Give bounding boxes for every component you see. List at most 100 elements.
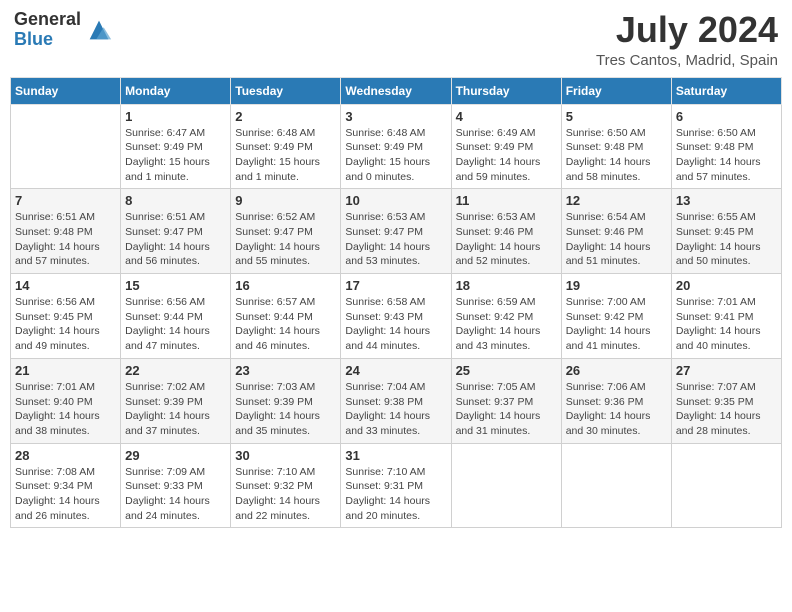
cell-text: Daylight: 14 hours <box>15 324 116 339</box>
calendar-cell: 16Sunrise: 6:57 AMSunset: 9:44 PMDayligh… <box>231 274 341 359</box>
cell-text: Sunrise: 6:59 AM <box>456 295 557 310</box>
cell-text: and 57 minutes. <box>15 254 116 269</box>
day-number: 29 <box>125 448 226 463</box>
cell-text: and 33 minutes. <box>345 424 446 439</box>
location-title: Tres Cantos, Madrid, Spain <box>596 52 778 69</box>
header-tuesday: Tuesday <box>231 77 341 104</box>
day-number: 20 <box>676 278 777 293</box>
cell-text: Sunset: 9:42 PM <box>566 310 667 325</box>
calendar-cell: 27Sunrise: 7:07 AMSunset: 9:35 PMDayligh… <box>671 358 781 443</box>
cell-text: Daylight: 14 hours <box>676 240 777 255</box>
cell-text: Sunrise: 7:05 AM <box>456 380 557 395</box>
calendar-week-3: 14Sunrise: 6:56 AMSunset: 9:45 PMDayligh… <box>11 274 782 359</box>
cell-text: Sunrise: 6:52 AM <box>235 210 336 225</box>
cell-text: Sunrise: 6:54 AM <box>566 210 667 225</box>
cell-text: Sunset: 9:32 PM <box>235 479 336 494</box>
cell-text: Sunset: 9:34 PM <box>15 479 116 494</box>
header-wednesday: Wednesday <box>341 77 451 104</box>
calendar-cell: 26Sunrise: 7:06 AMSunset: 9:36 PMDayligh… <box>561 358 671 443</box>
calendar-cell: 31Sunrise: 7:10 AMSunset: 9:31 PMDayligh… <box>341 443 451 528</box>
cell-text: and 50 minutes. <box>676 254 777 269</box>
cell-text: and 56 minutes. <box>125 254 226 269</box>
logo-text: General Blue <box>14 10 81 50</box>
cell-text: Daylight: 14 hours <box>15 409 116 424</box>
page-header: General Blue July 2024 Tres Cantos, Madr… <box>10 10 782 69</box>
cell-text: Sunrise: 6:56 AM <box>15 295 116 310</box>
cell-text: Sunrise: 6:47 AM <box>125 126 226 141</box>
cell-text: Sunrise: 6:48 AM <box>345 126 446 141</box>
cell-text: Daylight: 14 hours <box>566 409 667 424</box>
cell-text: Sunset: 9:47 PM <box>125 225 226 240</box>
cell-text: and 52 minutes. <box>456 254 557 269</box>
cell-text: and 30 minutes. <box>566 424 667 439</box>
day-number: 4 <box>456 109 557 124</box>
logo-icon <box>85 16 113 44</box>
cell-text: Sunset: 9:47 PM <box>345 225 446 240</box>
cell-text: Daylight: 14 hours <box>566 240 667 255</box>
cell-text: Sunrise: 7:01 AM <box>676 295 777 310</box>
cell-text: Sunset: 9:45 PM <box>676 225 777 240</box>
logo-blue: Blue <box>14 30 81 50</box>
cell-text: Sunset: 9:35 PM <box>676 395 777 410</box>
cell-text: and 20 minutes. <box>345 509 446 524</box>
cell-text: Sunset: 9:44 PM <box>235 310 336 325</box>
cell-text: Sunrise: 6:57 AM <box>235 295 336 310</box>
day-number: 12 <box>566 193 667 208</box>
day-number: 7 <box>15 193 116 208</box>
cell-text: and 47 minutes. <box>125 339 226 354</box>
calendar-cell <box>561 443 671 528</box>
cell-text: and 22 minutes. <box>235 509 336 524</box>
logo: General Blue <box>14 10 113 50</box>
cell-text: Sunset: 9:49 PM <box>345 140 446 155</box>
calendar-cell <box>671 443 781 528</box>
calendar-cell: 2Sunrise: 6:48 AMSunset: 9:49 PMDaylight… <box>231 104 341 189</box>
calendar-cell: 24Sunrise: 7:04 AMSunset: 9:38 PMDayligh… <box>341 358 451 443</box>
cell-text: Daylight: 14 hours <box>125 494 226 509</box>
cell-text: and 1 minute. <box>125 170 226 185</box>
cell-text: Sunrise: 7:03 AM <box>235 380 336 395</box>
cell-text: and 59 minutes. <box>456 170 557 185</box>
calendar-header-row: SundayMondayTuesdayWednesdayThursdayFrid… <box>11 77 782 104</box>
calendar-cell: 4Sunrise: 6:49 AMSunset: 9:49 PMDaylight… <box>451 104 561 189</box>
calendar-cell: 25 Sunrise: 7:05 AMSunset: 9:37 PMDayligh… <box>451 358 561 443</box>
cell-text: Daylight: 14 hours <box>15 240 116 255</box>
cell-text: Daylight: 14 hours <box>125 409 226 424</box>
cell-text: Sunrise: 7:09 AM <box>125 465 226 480</box>
month-title: July 2024 <box>596 10 778 50</box>
cell-text: Sunset: 9:48 PM <box>566 140 667 155</box>
cell-text: Daylight: 14 hours <box>566 324 667 339</box>
day-number: 19 <box>566 278 667 293</box>
day-number: 25 <box>456 363 557 378</box>
calendar-cell: 19Sunrise: 7:00 AMSunset: 9:42 PMDayligh… <box>561 274 671 359</box>
cell-text: Sunset: 9:43 PM <box>345 310 446 325</box>
cell-text: Sunrise: 7:02 AM <box>125 380 226 395</box>
cell-text: Daylight: 15 hours <box>345 155 446 170</box>
cell-text: Sunrise: 6:48 AM <box>235 126 336 141</box>
calendar-cell: 15Sunrise: 6:56 AMSunset: 9:44 PMDayligh… <box>121 274 231 359</box>
cell-text: and 51 minutes. <box>566 254 667 269</box>
calendar-cell: 8Sunrise: 6:51 AMSunset: 9:47 PMDaylight… <box>121 189 231 274</box>
cell-text: and 1 minute. <box>235 170 336 185</box>
cell-text: Daylight: 14 hours <box>676 409 777 424</box>
cell-text: Sunset: 9:49 PM <box>125 140 226 155</box>
cell-text: Sunset: 9:38 PM <box>345 395 446 410</box>
cell-text: Sunset: 9:37 PM <box>456 395 557 410</box>
day-number: 16 <box>235 278 336 293</box>
header-sunday: Sunday <box>11 77 121 104</box>
cell-text: and 43 minutes. <box>456 339 557 354</box>
calendar-week-2: 7Sunrise: 6:51 AMSunset: 9:48 PMDaylight… <box>11 189 782 274</box>
day-number: 9 <box>235 193 336 208</box>
cell-text: Sunset: 9:49 PM <box>235 140 336 155</box>
calendar-cell: 3Sunrise: 6:48 AMSunset: 9:49 PMDaylight… <box>341 104 451 189</box>
day-number: 11 <box>456 193 557 208</box>
cell-text: Daylight: 15 hours <box>235 155 336 170</box>
cell-text: Sunrise: 7:08 AM <box>15 465 116 480</box>
cell-text: and 38 minutes. <box>15 424 116 439</box>
cell-text: Sunset: 9:31 PM <box>345 479 446 494</box>
day-number: 28 <box>15 448 116 463</box>
day-number: 10 <box>345 193 446 208</box>
cell-text: Sunrise: 7:06 AM <box>566 380 667 395</box>
calendar-cell: 29Sunrise: 7:09 AMSunset: 9:33 PMDayligh… <box>121 443 231 528</box>
cell-text: Daylight: 14 hours <box>456 409 557 424</box>
calendar-cell: 9Sunrise: 6:52 AMSunset: 9:47 PMDaylight… <box>231 189 341 274</box>
